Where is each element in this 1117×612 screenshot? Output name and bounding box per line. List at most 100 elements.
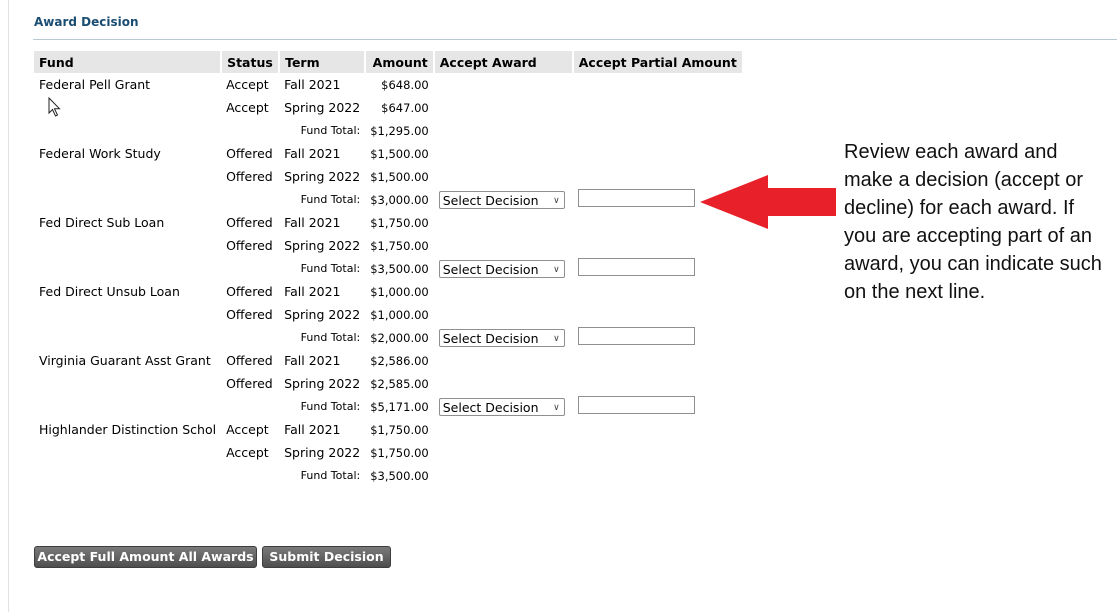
fund-name: Fed Direct Unsub Loan [39,284,180,299]
left-border [8,0,9,612]
submit-decision-button[interactable]: Submit Decision [262,546,391,568]
fund-name [34,234,221,257]
arrow-shape [700,175,836,229]
accept-partial-cell [573,418,743,441]
award-decision-page: Award Decision Fund Status Term Amount A… [0,0,1117,612]
accept-award-cell [434,372,573,395]
fund-total-amount: $1,295.00 [370,123,429,138]
fund-total-amount: $3,000.00 [370,192,429,207]
table-row: Highlander Distinction Schol Accept Fall 2… [34,418,743,441]
accept-award-cell [434,418,573,441]
award-term: Fall 2021 [284,77,341,92]
table-row: Fed Direct Unsub Loan Offered Fall 2021 $1,… [34,280,743,303]
awards-body: Federal Pell Grant Accept Fall 2021 $648.00… [34,73,743,487]
award-status: Offered [226,146,273,161]
header-accept-partial: Accept Partial Amount [572,51,744,73]
accept-partial-cell [573,257,743,280]
award-term: Spring 2022 [284,307,361,322]
accept-partial-cell [573,464,743,487]
fund-total-label: Fund Total: [300,331,361,344]
chevron-down-icon: ∨ [553,264,560,275]
header-amount: Amount [365,51,435,73]
award-amount: $1,750.00 [370,422,429,437]
award-amount: $1,500.00 [370,146,429,161]
blank-cell [34,326,221,349]
header-accept-award: Accept Award [433,51,574,73]
partial-amount-input[interactable] [577,189,695,207]
select-decision-label: Select Decision [442,330,539,346]
fund-name [34,441,221,464]
accept-partial-cell [573,303,743,326]
fund-name [34,96,221,119]
award-status: Accept [226,77,269,92]
fund-name: Highlander Distinction Schol [39,422,217,437]
fund-total-row: Fund Total: $3,000.00 Select Decision ∨ [34,188,743,211]
table-header-row: Fund Status Term Amount Accept Award Acc… [34,51,744,73]
award-status: Offered [226,353,273,368]
award-status: Offered [226,238,273,253]
award-amount: $1,750.00 [370,238,429,253]
partial-amount-input[interactable] [577,327,695,345]
accept-award-cell [434,211,573,234]
select-decision-dropdown[interactable]: Select Decision ∨ [438,397,565,416]
fund-total-amount: $3,500.00 [370,468,429,483]
award-amount: $1,000.00 [370,307,429,322]
award-status: Offered [226,215,273,230]
header-fund: Fund [34,51,223,73]
awards-table: Fund Status Term Amount Accept Award Acc… [34,51,744,487]
award-amount: $1,750.00 [370,215,429,230]
accept-partial-cell [573,96,743,119]
award-term: Fall 2021 [284,215,341,230]
select-decision-label: Select Decision [442,399,539,415]
partial-amount-input[interactable] [577,396,695,414]
section-divider [33,39,1117,40]
award-amount: $1,500.00 [370,169,429,184]
select-decision-label: Select Decision [442,261,539,277]
award-amount: $1,000.00 [370,284,429,299]
award-amount: $2,586.00 [370,353,429,368]
table-row: Offered Spring 2022 $1,000.00 [34,303,743,326]
table-row: Offered Spring 2022 $1,500.00 [34,165,743,188]
accept-award-cell [434,165,573,188]
table-row: Virginia Guarant Asst Grant Offered Fall 2… [34,349,743,372]
accept-award-cell [434,96,573,119]
award-term: Spring 2022 [284,445,361,460]
accept-partial-cell [573,280,743,303]
accept-partial-cell [573,395,743,418]
accept-award-cell [434,234,573,257]
blank-cell [34,119,221,142]
select-decision-dropdown[interactable]: Select Decision ∨ [438,190,565,209]
table-row: Offered Spring 2022 $2,585.00 [34,372,743,395]
fund-total-row: Fund Total: $1,295.00 [34,119,743,142]
award-status: Offered [226,169,273,184]
accept-award-cell [434,280,573,303]
callout-annotation: Review each award and make a decision (a… [844,141,1102,303]
header-status: Status [221,51,281,73]
fund-total-amount: $2,000.00 [370,330,429,345]
blank-cell [34,257,221,280]
fund-total-label: Fund Total: [300,124,361,137]
award-term: Spring 2022 [284,100,361,115]
accept-award-cell: Select Decision ∨ [434,395,573,418]
fund-name: Federal Work Study [39,146,161,161]
select-decision-dropdown[interactable]: Select Decision ∨ [438,328,565,347]
fund-name [34,372,221,395]
award-status: Offered [226,376,273,391]
award-term: Fall 2021 [284,353,341,368]
award-term: Fall 2021 [284,422,341,437]
fund-name: Federal Pell Grant [39,77,151,92]
table-row: Offered Spring 2022 $1,750.00 [34,234,743,257]
accept-partial-cell [573,441,743,464]
award-term: Spring 2022 [284,238,361,253]
partial-amount-input[interactable] [577,258,695,276]
accept-partial-cell [573,326,743,349]
accept-award-cell: Select Decision ∨ [434,188,573,211]
fund-name: Virginia Guarant Asst Grant [39,353,211,368]
select-decision-dropdown[interactable]: Select Decision ∨ [438,259,565,278]
accept-full-amount-all-awards-button[interactable]: Accept Full Amount All Awards [34,546,257,568]
award-term: Fall 2021 [284,284,341,299]
accept-award-cell [434,303,573,326]
fund-total-label: Fund Total: [300,193,361,206]
award-term: Spring 2022 [284,169,361,184]
accept-award-cell [434,464,573,487]
